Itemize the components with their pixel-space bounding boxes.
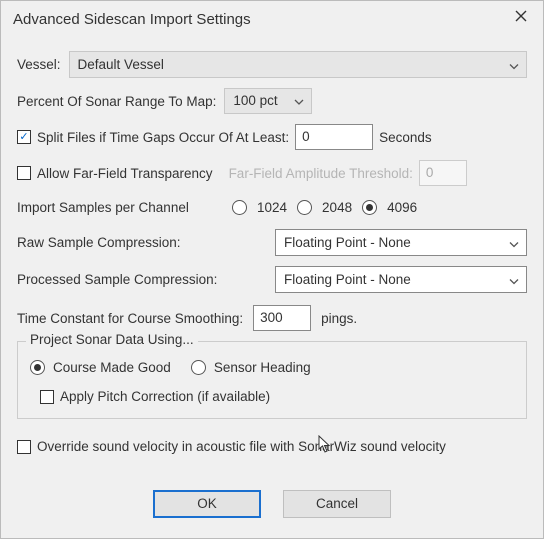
vessel-label: Vessel: xyxy=(17,57,61,72)
split-files-checkbox[interactable]: ✓ xyxy=(17,130,31,144)
pitch-checkbox[interactable] xyxy=(40,390,54,404)
override-checkbox[interactable] xyxy=(17,440,31,454)
project-groupbox: Project Sonar Data Using... Course Made … xyxy=(17,341,527,419)
override-label: Override sound velocity in acoustic file… xyxy=(37,439,446,454)
samples-radio-4096[interactable] xyxy=(362,200,377,215)
proc-compress-row: Processed Sample Compression: Floating P… xyxy=(17,266,527,293)
project-opt-course: Course Made Good xyxy=(53,360,171,375)
override-row: Override sound velocity in acoustic file… xyxy=(17,439,527,454)
percent-label: Percent Of Sonar Range To Map: xyxy=(17,94,216,109)
percent-select[interactable]: 100 pct xyxy=(224,88,312,114)
samples-opt-1024: 1024 xyxy=(257,200,287,215)
split-files-suffix: Seconds xyxy=(379,130,432,145)
samples-label: Import Samples per Channel xyxy=(17,200,222,215)
cancel-button[interactable]: Cancel xyxy=(283,490,391,518)
far-field-threshold-label: Far-Field Amplitude Threshold: xyxy=(229,166,413,181)
chevron-down-icon xyxy=(509,230,519,255)
samples-radio-2048[interactable] xyxy=(297,200,312,215)
chevron-down-icon xyxy=(294,89,304,113)
pitch-row: Apply Pitch Correction (if available) xyxy=(40,389,514,404)
project-radio-course[interactable] xyxy=(30,360,45,375)
footer: OK Cancel xyxy=(1,472,543,538)
percent-row: Percent Of Sonar Range To Map: 100 pct xyxy=(17,88,527,114)
proc-compress-value: Floating Point - None xyxy=(284,272,411,287)
split-files-input[interactable]: 0 xyxy=(295,124,373,150)
raw-compress-row: Raw Sample Compression: Floating Point -… xyxy=(17,229,527,256)
vessel-select[interactable]: Default Vessel xyxy=(69,51,527,78)
proc-compress-label: Processed Sample Compression: xyxy=(17,272,267,287)
timeconst-suffix: pings. xyxy=(321,311,357,326)
split-files-row: ✓ Split Files if Time Gaps Occur Of At L… xyxy=(17,124,527,150)
far-field-row: Allow Far-Field Transparency Far-Field A… xyxy=(17,160,527,186)
pitch-label: Apply Pitch Correction (if available) xyxy=(60,389,270,404)
samples-opt-2048: 2048 xyxy=(322,200,352,215)
close-icon xyxy=(515,10,527,22)
far-field-checkbox[interactable] xyxy=(17,166,31,180)
project-radio-sensor[interactable] xyxy=(191,360,206,375)
project-legend: Project Sonar Data Using... xyxy=(26,332,198,347)
timeconst-row: Time Constant for Course Smoothing: 300 … xyxy=(17,305,527,331)
close-button[interactable] xyxy=(509,7,533,31)
samples-opt-4096: 4096 xyxy=(387,200,417,215)
far-field-label: Allow Far-Field Transparency xyxy=(37,166,213,181)
percent-value: 100 pct xyxy=(233,93,277,108)
vessel-row: Vessel: Default Vessel xyxy=(17,51,527,78)
raw-compress-value: Floating Point - None xyxy=(284,235,411,250)
chevron-down-icon xyxy=(509,52,519,77)
project-opt-sensor: Sensor Heading xyxy=(214,360,311,375)
ok-button[interactable]: OK xyxy=(153,490,261,518)
window-title: Advanced Sidescan Import Settings xyxy=(13,11,251,28)
split-files-label: Split Files if Time Gaps Occur Of At Lea… xyxy=(37,130,289,145)
project-radios-row: Course Made Good Sensor Heading xyxy=(30,360,514,375)
content-area: Vessel: Default Vessel Percent Of Sonar … xyxy=(1,35,543,472)
chevron-down-icon xyxy=(509,267,519,292)
far-field-threshold-input: 0 xyxy=(419,160,467,186)
samples-row: Import Samples per Channel 1024 2048 409… xyxy=(17,200,527,215)
timeconst-label: Time Constant for Course Smoothing: xyxy=(17,311,243,326)
samples-radio-1024[interactable] xyxy=(232,200,247,215)
proc-compress-select[interactable]: Floating Point - None xyxy=(275,266,527,293)
raw-compress-select[interactable]: Floating Point - None xyxy=(275,229,527,256)
titlebar: Advanced Sidescan Import Settings xyxy=(1,1,543,35)
vessel-value: Default Vessel xyxy=(78,57,164,72)
dialog-window: Advanced Sidescan Import Settings Vessel… xyxy=(0,0,544,539)
raw-compress-label: Raw Sample Compression: xyxy=(17,235,267,250)
timeconst-input[interactable]: 300 xyxy=(253,305,311,331)
